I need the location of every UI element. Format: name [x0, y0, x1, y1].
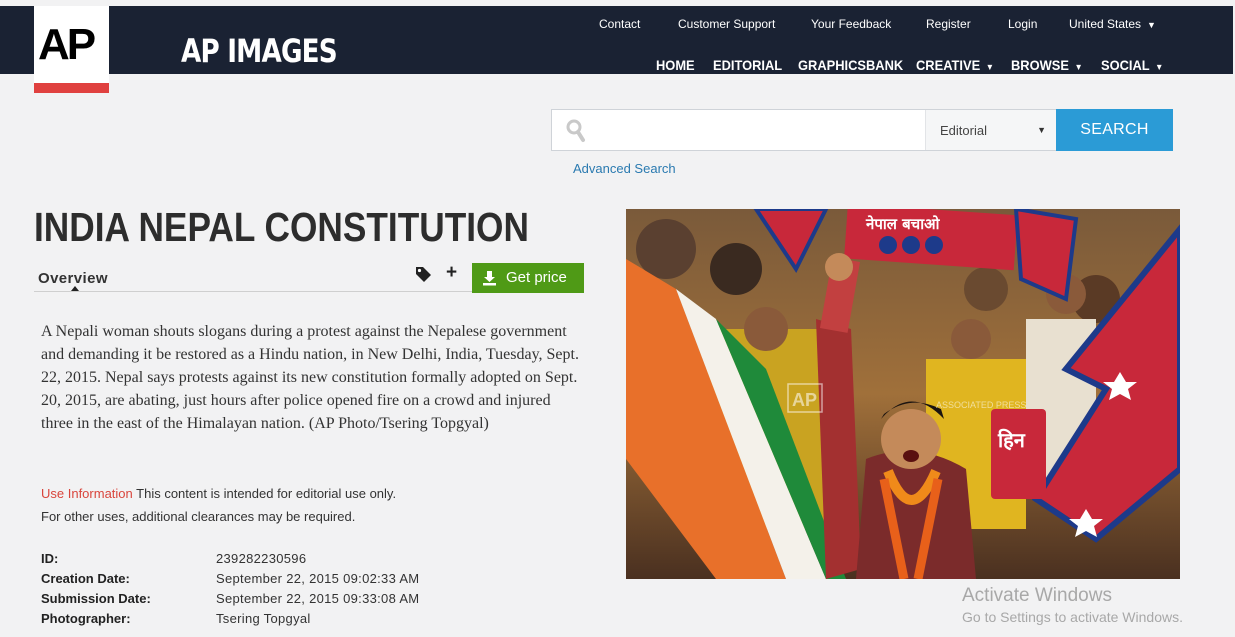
advanced-search-link[interactable]: Advanced Search: [573, 161, 676, 176]
meta-row-submission-date: Submission Date: September 22, 2015 09:3…: [41, 591, 541, 611]
download-icon: [483, 271, 496, 286]
page-title: INDIA NEPAL CONSTITUTION: [34, 204, 529, 250]
chevron-down-icon: ▼: [1155, 62, 1164, 72]
logo-accent-bar: [34, 83, 109, 93]
banner-text: नेपाल बचाओ: [865, 215, 940, 233]
search-input[interactable]: [596, 115, 920, 147]
get-price-button[interactable]: Get price: [472, 263, 584, 293]
nav-creative-label: CREATIVE: [916, 57, 981, 73]
search-button[interactable]: SEARCH: [1056, 109, 1173, 151]
meta-value: September 22, 2015 09:33:08 AM: [216, 591, 420, 606]
brand-title[interactable]: AP IMAGES: [181, 32, 338, 70]
tab-overview[interactable]: Overview: [38, 270, 108, 287]
login-link[interactable]: Login: [1008, 17, 1037, 31]
ap-logo[interactable]: AP: [34, 6, 109, 93]
tag-icon[interactable]: [415, 266, 432, 283]
nav-home[interactable]: HOME: [656, 57, 695, 73]
use-information: Use Information This content is intended…: [41, 482, 601, 528]
customer-support-link[interactable]: Customer Support: [678, 17, 775, 31]
your-feedback-link[interactable]: Your Feedback: [811, 17, 891, 31]
meta-label: Submission Date:: [41, 591, 151, 606]
chevron-down-icon: ▼: [1037, 125, 1046, 135]
photo-illustration: नेपाल बचाओ हिन AP ASSOCIATED PRESS: [626, 209, 1180, 579]
main-photo[interactable]: नेपाल बचाओ हिन AP ASSOCIATED PRESS: [626, 209, 1180, 579]
use-information-text-2: For other uses, additional clearances ma…: [41, 509, 356, 524]
search-icon: [566, 119, 585, 142]
nav-social[interactable]: SOCIAL ▼: [1101, 57, 1163, 73]
add-to-lightbox-icon[interactable]: +: [446, 262, 457, 284]
meta-label: ID:: [41, 551, 59, 566]
activate-windows-subtitle: Go to Settings to activate Windows.: [962, 609, 1183, 625]
use-information-text: This content is intended for editorial u…: [136, 486, 397, 501]
meta-row-photographer: Photographer: Tsering Topgyal: [41, 611, 541, 631]
nav-graphicsbank[interactable]: GRAPHICSBANK: [798, 57, 903, 73]
nav-editorial[interactable]: EDITORIAL: [713, 57, 782, 73]
contact-link[interactable]: Contact: [599, 17, 640, 31]
chevron-down-icon: ▼: [1074, 62, 1083, 72]
nav-creative[interactable]: CREATIVE ▼: [916, 57, 994, 73]
region-label: United States: [1069, 17, 1142, 31]
meta-row-id: ID: 239282230596: [41, 551, 541, 571]
chevron-down-icon: ▼: [985, 62, 994, 72]
image-caption: A Nepali woman shouts slogans during a p…: [41, 323, 579, 432]
get-price-label: Get price: [506, 269, 567, 286]
watermark-text: ASSOCIATED PRESS: [936, 400, 1026, 410]
register-link[interactable]: Register: [926, 17, 971, 31]
nav-browse[interactable]: BROWSE ▼: [1011, 57, 1083, 73]
search-bar: Editorial ▼ SEARCH: [551, 109, 1173, 151]
search-scope-value: Editorial: [940, 123, 987, 138]
meta-value: 239282230596: [216, 551, 307, 566]
nav-social-label: SOCIAL: [1101, 57, 1150, 73]
meta-value: September 22, 2015 09:02:33 AM: [216, 571, 420, 586]
meta-label: Creation Date:: [41, 571, 130, 586]
search-scope-select[interactable]: Editorial ▼: [925, 110, 1056, 150]
chevron-down-icon: ▼: [1147, 20, 1156, 30]
meta-row-creation-date: Creation Date: September 22, 2015 09:02:…: [41, 571, 541, 591]
watermark-logo: AP: [792, 390, 817, 410]
logo-text: AP: [38, 20, 96, 69]
nav-browse-label: BROWSE: [1011, 57, 1069, 73]
meta-value: Tsering Topgyal: [216, 611, 311, 626]
sign-text: हिन: [997, 428, 1026, 452]
meta-label: Photographer:: [41, 611, 131, 626]
activate-windows-title: Activate Windows: [962, 585, 1112, 606]
region-selector[interactable]: United States ▼: [1069, 17, 1156, 31]
use-information-link[interactable]: Use Information: [41, 486, 133, 501]
